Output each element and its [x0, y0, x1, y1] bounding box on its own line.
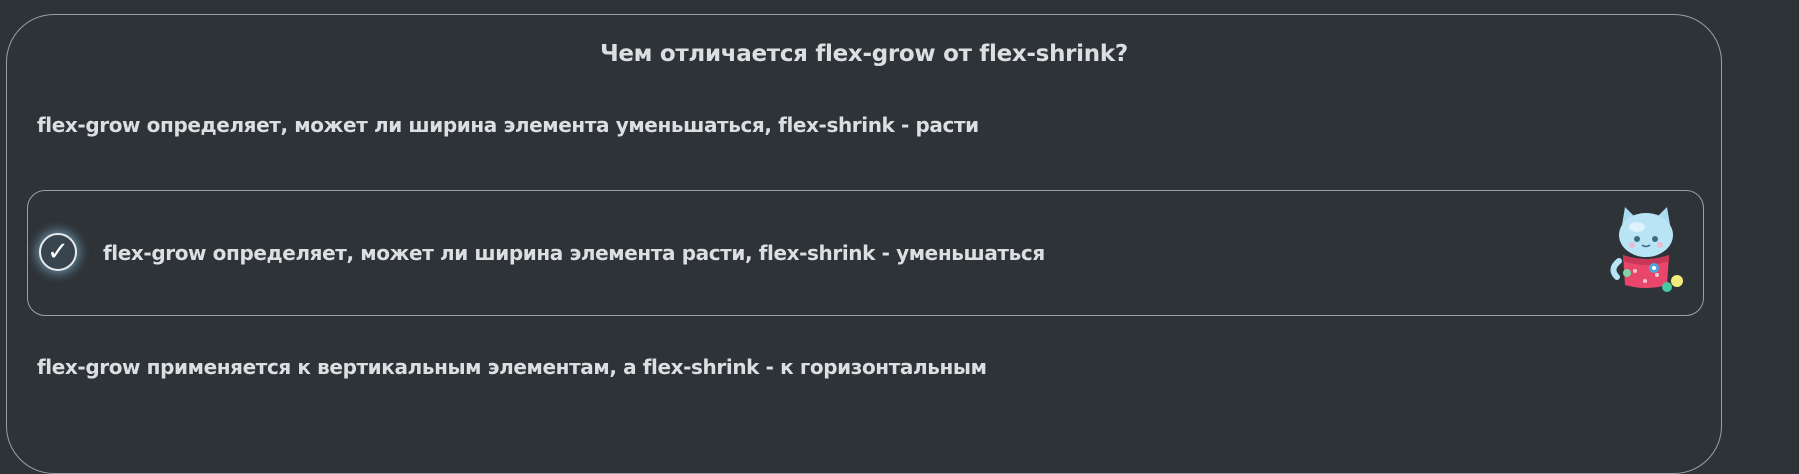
check-mark-icon: ✓	[39, 233, 77, 271]
question-title: Чем отличается flex-grow от flex-shrink?	[600, 41, 1128, 67]
answer-option-2-label: flex-grow определяет, может ли ширина эл…	[103, 241, 1045, 265]
cat-mascot-icon	[1610, 207, 1683, 292]
answer-option-1[interactable]: flex-grow определяет, может ли ширина эл…	[37, 113, 979, 137]
quiz-card: Чем отличается flex-grow от flex-shrink?…	[6, 14, 1722, 474]
answer-option-3[interactable]: flex-grow применяется к вертикальным эле…	[37, 355, 987, 379]
answer-option-2-selected[interactable]: ✓ flex-grow определяет, может ли ширина …	[27, 190, 1704, 316]
